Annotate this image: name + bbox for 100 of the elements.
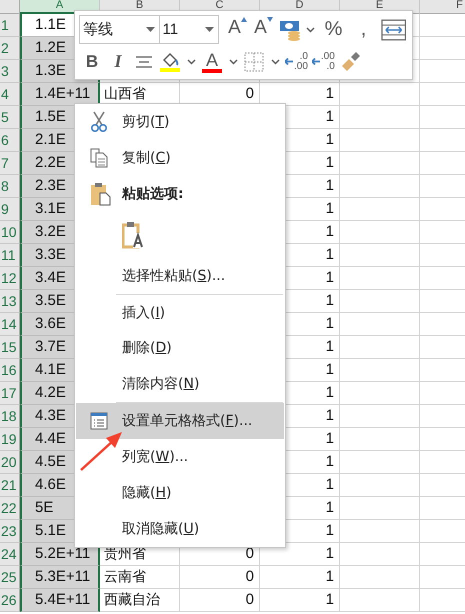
row-header[interactable]: 9: [0, 198, 20, 221]
table-cell: 1: [326, 361, 334, 378]
italic-button[interactable]: I: [105, 48, 131, 74]
table-cell: 1: [326, 476, 334, 493]
row-header[interactable]: 10: [0, 221, 20, 244]
column-header[interactable]: A: [20, 0, 100, 14]
menu-item-label: 选择性粘贴(S)...: [122, 266, 226, 285]
row-header[interactable]: 22: [0, 497, 20, 520]
increase-font-size-button[interactable]: A: [224, 16, 251, 42]
paste-option-icon[interactable]: [122, 220, 146, 249]
menu-item-label: 插入(I): [122, 304, 166, 322]
row-header[interactable]: 26: [0, 589, 20, 612]
row-header[interactable]: 17: [0, 382, 20, 405]
menu-item-label: 隐藏(H): [122, 484, 172, 502]
table-cell: 1: [326, 177, 334, 194]
table-cell: 5.2E+11: [20, 543, 100, 566]
table-cell: 0: [246, 85, 254, 102]
brush-icon: [340, 52, 360, 72]
table-cell: 1: [326, 85, 334, 102]
table-cell: 1: [326, 522, 334, 539]
row-header[interactable]: 19: [0, 428, 20, 451]
format-button[interactable]: %: [318, 16, 349, 42]
table-cell: 0: [246, 568, 254, 585]
table-cell: 1: [326, 246, 334, 263]
wrap-text-button[interactable]: [378, 16, 408, 42]
menu-item-label: 列宽(W)...: [122, 448, 188, 466]
table-cell: 0: [246, 591, 254, 608]
dropdown-arrow-icon[interactable]: [146, 26, 155, 32]
row-header[interactable]: 12: [0, 267, 20, 290]
row-header[interactable]: 18: [0, 405, 20, 428]
table-cell: 1: [326, 430, 334, 447]
table-cell: 1: [326, 384, 334, 401]
row-header[interactable]: 2: [0, 37, 20, 60]
menu-item[interactable]: 设置单元格格式(F)...: [76, 403, 284, 440]
menu-item-label: 复制(C): [122, 148, 171, 167]
table-cell: 1: [326, 131, 334, 148]
row-header[interactable]: 15: [0, 336, 20, 359]
table-cell: 1: [326, 545, 334, 562]
table-cell: 山西省: [104, 86, 146, 102]
arrow-icon: [285, 58, 294, 65]
clipboard-icon: [90, 182, 112, 206]
font-size-field[interactable]: 11: [158, 15, 219, 44]
menu-item-label: 删除(D): [122, 339, 172, 358]
table-cell: 1: [326, 315, 334, 332]
table-cell: 西藏自治: [104, 592, 160, 608]
table-cell: 5.3E+11: [20, 566, 100, 589]
row-header[interactable]: 14: [0, 313, 20, 336]
table-cell: 5.4E+11: [20, 589, 100, 612]
table-cell: 1.4E+11: [20, 83, 100, 106]
table-cell: 1: [326, 568, 334, 585]
row-header[interactable]: 7: [0, 152, 20, 175]
table-cell: 1: [326, 292, 334, 309]
arrow-icon: [312, 58, 321, 65]
row-header[interactable]: 11: [0, 244, 20, 267]
row-header[interactable]: 23: [0, 520, 20, 543]
list-icon: [90, 412, 108, 430]
down-triangle-icon: [266, 16, 273, 22]
table-cell: 1: [326, 154, 334, 171]
table-cell: 1: [326, 338, 334, 355]
table-cell: 1: [326, 453, 334, 470]
align-center-icon: [135, 54, 153, 68]
font-color-button[interactable]: A: [199, 48, 225, 74]
decimal-places-button[interactable]: .0 .00: [283, 48, 310, 74]
row-header[interactable]: 3: [0, 60, 20, 83]
menu-item-label: 清除内容(N): [122, 375, 200, 394]
annotation-arrow: [80, 432, 122, 471]
menu-item-label: 取消隐藏(U): [122, 520, 200, 538]
column-header[interactable]: F: [420, 0, 465, 14]
row-header[interactable]: 8: [0, 175, 20, 198]
font-name-field[interactable]: 等线: [79, 15, 160, 44]
row-header[interactable]: 6: [0, 129, 20, 152]
row-header[interactable]: 20: [0, 451, 20, 474]
row-header[interactable]: 24: [0, 543, 20, 566]
table-cell: 1: [326, 407, 334, 424]
decrease-font-size-button[interactable]: A: [250, 16, 277, 42]
row-header[interactable]: 13: [0, 290, 20, 313]
table-cell: 1: [326, 223, 334, 240]
up-triangle-icon: [240, 16, 247, 22]
scissors-icon: [90, 110, 108, 133]
table-cell: 1: [326, 269, 334, 286]
row-header[interactable]: 25: [0, 566, 20, 589]
row-header[interactable]: 5: [0, 106, 20, 129]
table-cell: 1: [326, 499, 334, 516]
menu-item-label: 剪切(T): [122, 112, 170, 131]
copy-icon: [90, 148, 108, 168]
row-header[interactable]: 4: [0, 83, 20, 106]
format-button[interactable]: ,: [348, 16, 379, 42]
section-label: 粘贴选项:: [122, 184, 184, 203]
decimal-places-button[interactable]: .00 .0: [310, 48, 337, 74]
menu-item-label: 设置单元格格式(F)...: [122, 412, 252, 430]
grid-icon: [244, 52, 264, 72]
row-header[interactable]: 16: [0, 359, 20, 382]
money-icon: [278, 18, 301, 40]
dropdown-arrow-icon[interactable]: [204, 26, 214, 32]
table-cell: 云南省: [104, 569, 146, 585]
row-header[interactable]: 21: [0, 474, 20, 497]
row-header[interactable]: 1: [0, 14, 20, 37]
table-cell: 1: [326, 591, 334, 608]
table-cell: 1: [326, 200, 334, 217]
column-width-icon: [380, 18, 406, 40]
